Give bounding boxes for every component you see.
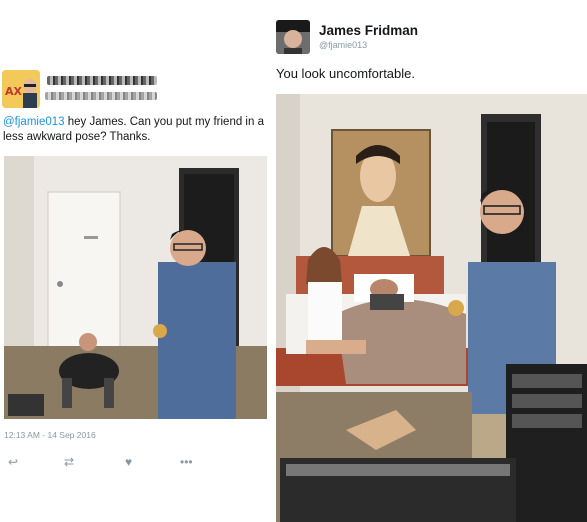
tweet-text: @fjamie013 hey James. Can you put my fri… — [3, 115, 265, 145]
reply-text: You look uncomfortable. — [276, 66, 416, 81]
tweet-photo[interactable] — [4, 156, 267, 419]
more-icon[interactable]: ••• — [180, 455, 193, 469]
retweet-icon[interactable]: ⇄ — [64, 455, 74, 469]
svg-text:AX: AX — [5, 85, 23, 98]
heart-icon[interactable]: ♥ — [125, 455, 132, 469]
author-handle[interactable]: @fjamie013 — [319, 40, 367, 50]
redacted-handle — [45, 92, 157, 100]
reply-tweet: James Fridman @fjamie013 You look uncomf… — [269, 0, 587, 522]
user-avatar[interactable]: AX — [2, 70, 40, 108]
redacted-name — [47, 76, 157, 85]
reply-icon[interactable]: ↩ — [8, 455, 18, 469]
edited-photo[interactable] — [276, 94, 587, 522]
author-name[interactable]: James Fridman — [319, 23, 418, 38]
author-avatar[interactable] — [276, 20, 310, 54]
original-tweet: AX @fjamie013 hey James. Can you put my … — [0, 0, 268, 522]
mention-link[interactable]: @fjamie013 — [3, 116, 65, 128]
tweet-timestamp[interactable]: 12:13 AM - 14 Sep 2016 — [4, 430, 96, 440]
